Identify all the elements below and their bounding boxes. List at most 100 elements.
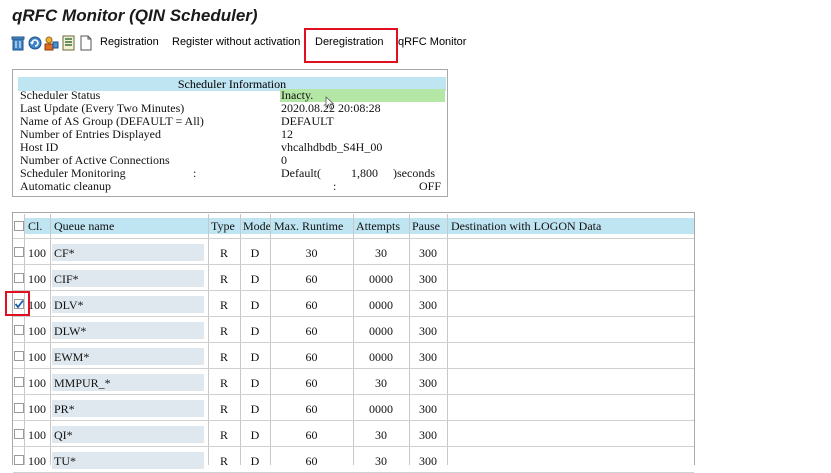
cell-mode: D bbox=[250, 272, 260, 286]
cell-queue[interactable]: CIF* bbox=[54, 272, 204, 286]
cell-mode: D bbox=[250, 324, 260, 338]
cell-queue[interactable]: CF* bbox=[54, 246, 204, 260]
cell-queue[interactable]: EWM* bbox=[54, 350, 204, 364]
row-select-checkbox[interactable] bbox=[14, 273, 24, 283]
column-header-mode[interactable]: Mode bbox=[243, 219, 271, 233]
cell-attempts: 30 bbox=[375, 246, 387, 260]
cell-attempts: 0000 bbox=[369, 272, 393, 286]
cell-attempts: 0000 bbox=[369, 402, 393, 416]
cell-runtime: 60 bbox=[305, 376, 318, 390]
cell-runtime: 60 bbox=[305, 272, 318, 286]
cell-mode: D bbox=[250, 428, 260, 442]
row-divider bbox=[13, 446, 694, 447]
cell-mode: D bbox=[250, 402, 260, 416]
row-divider bbox=[13, 316, 694, 317]
cleanup-value: OFF bbox=[419, 179, 442, 193]
cell-client: 100 bbox=[28, 376, 46, 390]
cell-queue[interactable]: DLV* bbox=[54, 298, 204, 312]
cell-pause: 300 bbox=[419, 298, 437, 312]
worker-icon[interactable] bbox=[43, 35, 59, 51]
cell-pause: 300 bbox=[419, 376, 437, 390]
cell-runtime: 60 bbox=[305, 298, 318, 312]
cell-runtime: 30 bbox=[305, 246, 318, 260]
trash-icon[interactable] bbox=[10, 35, 26, 51]
window-title: qRFC Monitor (QIN Scheduler) bbox=[12, 6, 258, 25]
column-header-pause[interactable]: Pause bbox=[412, 219, 440, 233]
cell-pause: 300 bbox=[419, 246, 437, 260]
cell-attempts: 0000 bbox=[369, 350, 393, 364]
cell-queue[interactable]: PR* bbox=[54, 402, 204, 416]
column-header-max-runtime[interactable]: Max. Runtime bbox=[274, 219, 343, 233]
row-select-checkbox[interactable] bbox=[14, 247, 24, 257]
cell-queue[interactable]: MMPUR_* bbox=[54, 376, 204, 390]
cell-client: 100 bbox=[28, 298, 46, 312]
cell-mode: D bbox=[250, 246, 260, 260]
cell-queue[interactable]: TU* bbox=[54, 454, 204, 468]
row-divider bbox=[13, 290, 694, 291]
cleanup-colon: : bbox=[333, 179, 337, 193]
cell-mode: D bbox=[250, 298, 260, 312]
cell-attempts: 0000 bbox=[369, 298, 393, 312]
row-select-checkbox[interactable] bbox=[14, 455, 24, 465]
cell-pause: 300 bbox=[419, 454, 437, 468]
cell-attempts: 30 bbox=[375, 376, 387, 390]
cell-type: R bbox=[219, 402, 228, 416]
cell-pause: 300 bbox=[419, 350, 437, 364]
monitoring-value: Default( bbox=[281, 166, 321, 180]
document-icon[interactable] bbox=[78, 35, 94, 51]
mouse-cursor-icon bbox=[325, 96, 335, 110]
cell-pause: 300 bbox=[419, 324, 437, 338]
cell-queue[interactable]: QI* bbox=[54, 428, 204, 442]
column-divider bbox=[447, 214, 448, 465]
column-header-destination[interactable]: Destination with LOGON Data bbox=[451, 219, 601, 233]
row-divider bbox=[13, 368, 694, 369]
row-divider bbox=[13, 342, 694, 343]
cell-client: 100 bbox=[28, 272, 46, 286]
column-divider bbox=[50, 214, 51, 465]
cleanup-label: Automatic cleanup bbox=[20, 179, 111, 193]
refresh-icon[interactable] bbox=[27, 35, 43, 51]
column-header-queue-name[interactable]: Queue name bbox=[54, 219, 114, 233]
host-value: vhcalhdbdb_S4H_00 bbox=[281, 140, 383, 154]
cell-mode: D bbox=[250, 454, 260, 468]
cell-attempts: 30 bbox=[375, 454, 387, 468]
row-select-checkbox[interactable] bbox=[14, 429, 24, 439]
cell-client: 100 bbox=[28, 324, 46, 338]
cell-type: R bbox=[219, 272, 228, 286]
column-header-type[interactable]: Type bbox=[211, 219, 235, 233]
select-all-checkbox[interactable] bbox=[14, 221, 24, 231]
cell-type: R bbox=[219, 428, 228, 442]
cell-pause: 300 bbox=[419, 428, 437, 442]
cell-mode: D bbox=[250, 350, 260, 364]
qrfc-monitor-button[interactable]: qRFC Monitor bbox=[398, 36, 466, 48]
row-select-checkbox[interactable] bbox=[14, 403, 24, 413]
cell-client: 100 bbox=[28, 246, 46, 260]
row-divider bbox=[13, 394, 694, 395]
cell-client: 100 bbox=[28, 402, 46, 416]
cell-attempts: 30 bbox=[375, 428, 387, 442]
row-select-checkbox[interactable] bbox=[14, 351, 24, 361]
application-toolbar: Registration Register without activation… bbox=[0, 32, 831, 56]
cell-client: 100 bbox=[28, 428, 46, 442]
row-divider bbox=[13, 264, 694, 265]
row-select-checkbox[interactable] bbox=[14, 377, 24, 387]
cell-runtime: 60 bbox=[305, 402, 318, 416]
cell-queue[interactable]: DLW* bbox=[54, 324, 204, 338]
row-divider bbox=[13, 238, 694, 239]
column-header-attempts[interactable]: Attempts bbox=[356, 219, 400, 233]
register-without-activation-button[interactable]: Register without activation bbox=[172, 36, 300, 48]
registration-button[interactable]: Registration bbox=[100, 36, 159, 48]
cell-type: R bbox=[219, 454, 228, 468]
cell-pause: 300 bbox=[419, 402, 437, 416]
list-icon[interactable] bbox=[61, 35, 77, 51]
cell-pause: 300 bbox=[419, 272, 437, 286]
monitoring-number: 1,800 bbox=[351, 166, 378, 180]
cell-attempts: 0000 bbox=[369, 324, 393, 338]
cell-client: 100 bbox=[28, 454, 46, 468]
cell-type: R bbox=[219, 246, 228, 260]
cell-runtime: 60 bbox=[305, 454, 318, 468]
dlv-checkbox-highlight bbox=[5, 291, 30, 316]
cell-type: R bbox=[219, 376, 228, 390]
row-select-checkbox[interactable] bbox=[14, 325, 24, 335]
column-header-client[interactable]: Cl. bbox=[28, 219, 42, 233]
